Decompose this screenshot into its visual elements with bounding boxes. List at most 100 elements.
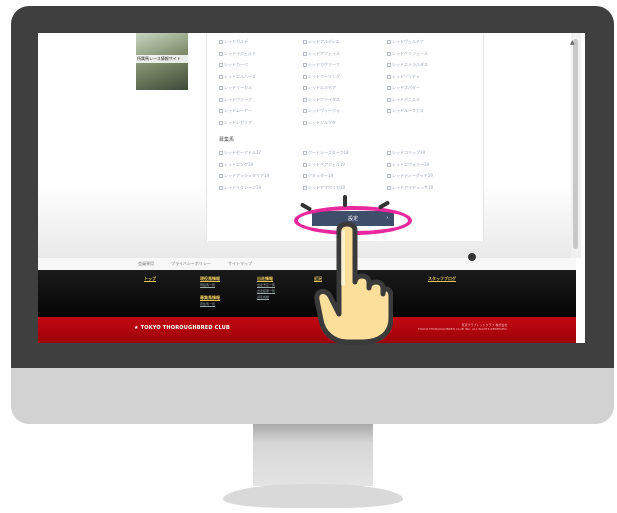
horse-option-label: レッドムーヤー bbox=[224, 108, 252, 113]
footer-link[interactable]: サイトマップ bbox=[228, 261, 252, 267]
checkbox[interactable] bbox=[303, 97, 307, 102]
checkbox[interactable] bbox=[219, 40, 223, 44]
star-icon: ★ bbox=[134, 325, 139, 331]
horse-option-label: レッドボニエル bbox=[392, 96, 420, 102]
checkbox[interactable] bbox=[387, 74, 391, 79]
horse-option-label: レッドガヴァーナ bbox=[308, 62, 340, 67]
scroll-up-arrow-icon[interactable]: ▲ bbox=[570, 39, 575, 46]
checkbox[interactable] bbox=[303, 40, 307, 44]
checkbox[interactable] bbox=[387, 162, 391, 167]
horse-option-label: レッドアマポリカ19 bbox=[308, 184, 346, 190]
horse-option[interactable]: レッドルーファス bbox=[387, 108, 424, 114]
horse-option[interactable]: レッドソリチャ bbox=[387, 74, 420, 80]
horse-option[interactable]: レッドヴィーヴォ bbox=[303, 108, 340, 114]
footer-nav-staff-blog[interactable]: スタッフブログ bbox=[428, 276, 456, 282]
checkbox[interactable] bbox=[387, 51, 391, 56]
checkbox[interactable] bbox=[219, 120, 223, 125]
scrollbar-thumb[interactable] bbox=[573, 39, 578, 249]
horse-option[interactable]: ゲートシーズターフ18 bbox=[303, 150, 349, 156]
footer-sub-link[interactable]: 出走結果一覧 bbox=[257, 289, 275, 293]
horse-option[interactable]: レッドエルモア bbox=[303, 85, 336, 91]
footer-link[interactable]: 会員専用 bbox=[138, 261, 154, 267]
horse-option[interactable]: レッドエヴォリー19 bbox=[387, 162, 429, 168]
horse-option[interactable]: レッドアッシュタリア19 bbox=[219, 173, 269, 179]
checkbox[interactable] bbox=[303, 63, 307, 67]
footer-sub-link[interactable]: 現役馬一覧 bbox=[200, 283, 215, 287]
checkbox[interactable] bbox=[219, 151, 223, 155]
horse-option[interactable]: レッドムーヤー bbox=[219, 108, 252, 114]
checkbox[interactable] bbox=[387, 40, 391, 44]
checkbox[interactable] bbox=[387, 151, 391, 155]
checkbox[interactable] bbox=[219, 86, 223, 90]
checkbox[interactable] bbox=[219, 174, 223, 178]
checkbox[interactable] bbox=[219, 51, 223, 56]
horse-option[interactable]: レッドカーペ bbox=[219, 62, 248, 68]
footer-sub-link[interactable]: 募集馬一覧 bbox=[200, 302, 215, 306]
horse-option[interactable]: レッドクーリング bbox=[303, 74, 340, 80]
checkbox[interactable] bbox=[303, 151, 307, 155]
horse-option[interactable]: レッドエメラルダス bbox=[387, 62, 428, 68]
horse-option[interactable]: レッドジルクタ bbox=[303, 120, 336, 126]
checkbox[interactable] bbox=[219, 185, 223, 190]
horse-option[interactable]: レッドリグレージ19 bbox=[219, 185, 261, 191]
horse-option[interactable]: レッドファイタス bbox=[303, 97, 340, 103]
horse-option-label: レッドティーグッチ19 bbox=[392, 173, 433, 178]
checkbox[interactable] bbox=[219, 97, 223, 102]
horse-option[interactable]: ゲキュター19 bbox=[303, 173, 333, 179]
horse-option[interactable]: レッドアフェイル bbox=[303, 51, 340, 57]
checkbox[interactable] bbox=[303, 185, 307, 190]
monitor-stand-base bbox=[223, 484, 403, 508]
checkbox[interactable] bbox=[387, 97, 391, 102]
footer-nav-active-horses[interactable]: 現役馬情報 bbox=[200, 276, 220, 282]
footer-brand-name: TOKYO THOROUGHBRED CLUB bbox=[140, 325, 231, 331]
checkbox[interactable] bbox=[303, 174, 307, 178]
horse-option[interactable]: レッドクリジェール bbox=[387, 51, 428, 57]
checkbox[interactable] bbox=[387, 174, 391, 178]
horse-option[interactable]: レッドヴァーク bbox=[219, 97, 252, 103]
checkbox[interactable] bbox=[387, 109, 391, 113]
footer-nav-offered-horses[interactable]: 募集馬情報 bbox=[200, 295, 220, 301]
footer-sub-link[interactable]: 出走予定一覧 bbox=[257, 283, 275, 287]
footer-link[interactable]: プライバシーポリシー bbox=[171, 261, 211, 267]
footer-nav-race-info[interactable]: 出走情報 bbox=[257, 276, 273, 282]
horse-option[interactable]: レッドラジェルド bbox=[219, 51, 256, 57]
checkbox[interactable] bbox=[303, 74, 307, 79]
checkbox[interactable] bbox=[387, 86, 391, 90]
horse-option-label: ゲートシーズターフ18 bbox=[308, 150, 349, 155]
checkbox[interactable] bbox=[303, 109, 307, 113]
checkbox[interactable] bbox=[303, 162, 307, 167]
checkbox[interactable] bbox=[303, 120, 307, 125]
footer-sub-link[interactable]: 競走成績 bbox=[257, 295, 269, 299]
horse-option[interactable]: レッドアマポリカ19 bbox=[303, 185, 345, 191]
horse-option[interactable]: レッドガヴァーナ bbox=[303, 62, 340, 68]
horse-option[interactable]: レッドアマチュッサ19 bbox=[387, 185, 433, 191]
horse-option-label: レッドエメラルダス bbox=[392, 62, 428, 67]
horse-option[interactable]: レッドベアジェル19 bbox=[303, 162, 345, 168]
checkbox[interactable] bbox=[219, 74, 223, 79]
horse-option[interactable]: レッドボニエル bbox=[387, 97, 420, 103]
horse-option[interactable]: レッドエルハーズ bbox=[219, 74, 256, 80]
checkbox[interactable] bbox=[387, 185, 391, 190]
footer-nav-top[interactable]: トップ bbox=[144, 276, 156, 282]
horse-option[interactable]: レッドティーグッチ19 bbox=[387, 173, 433, 179]
horse-option[interactable]: レッドゼーアドル17 bbox=[219, 150, 261, 156]
horse-option[interactable]: レッドリーガル bbox=[219, 85, 252, 91]
horse-option-label: レッドエルモア bbox=[308, 85, 336, 90]
checkbox[interactable] bbox=[219, 162, 223, 167]
checkbox[interactable] bbox=[219, 63, 223, 67]
checkbox[interactable] bbox=[303, 86, 307, 90]
checkbox[interactable] bbox=[387, 63, 391, 67]
back-to-top-icon[interactable] bbox=[468, 253, 476, 261]
horse-option[interactable]: レッドアルディエ bbox=[303, 39, 340, 45]
checkbox[interactable] bbox=[219, 109, 223, 113]
horse-option[interactable]: レッドヴェルチナ bbox=[387, 39, 424, 45]
horse-option[interactable]: レッドコリップ19 bbox=[387, 150, 425, 156]
horse-option-label: レッドリグレージ19 bbox=[224, 184, 262, 190]
horse-option-label: レッドコリップ19 bbox=[392, 150, 426, 155]
horse-option[interactable]: レッドガルデ bbox=[219, 39, 248, 45]
horse-option[interactable]: レッドレガリア bbox=[219, 120, 252, 126]
horse-option[interactable]: レッドエンゲ19 bbox=[219, 162, 253, 168]
horse-option-label: レッドスパダー bbox=[392, 85, 420, 90]
checkbox[interactable] bbox=[303, 51, 307, 56]
horse-option[interactable]: レッドスパダー bbox=[387, 85, 420, 91]
